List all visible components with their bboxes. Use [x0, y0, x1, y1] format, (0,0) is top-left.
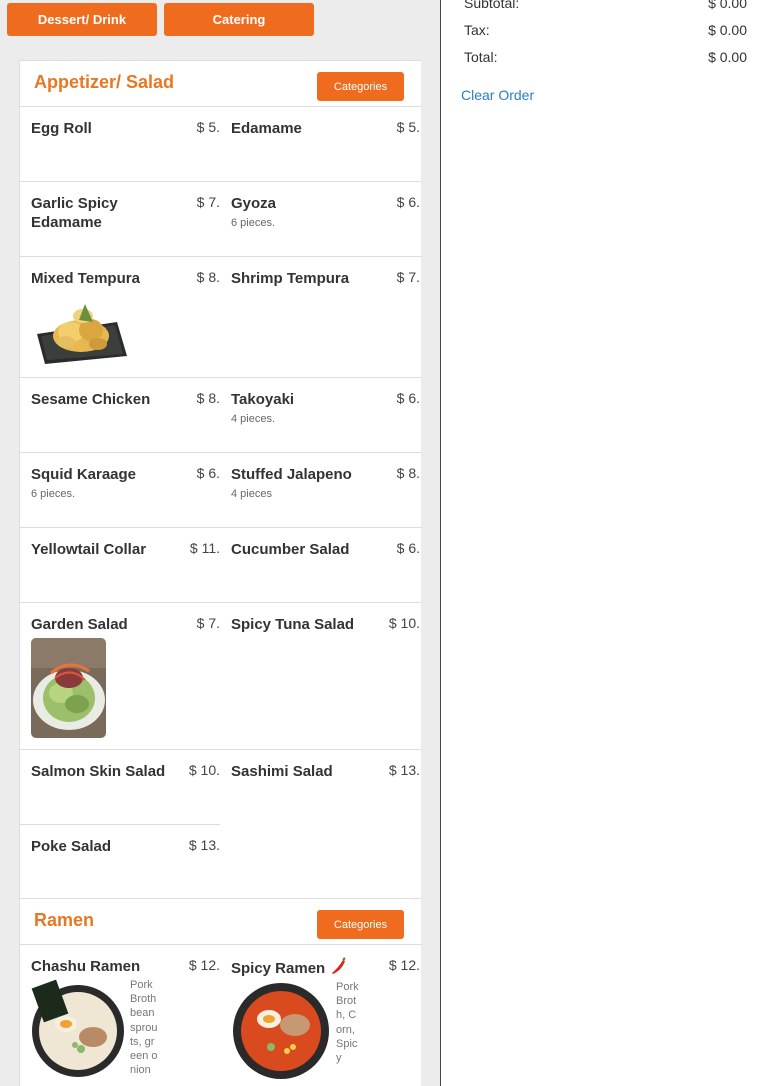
item-price: $ 5.: [396, 119, 420, 135]
total-label: Total:: [464, 49, 498, 65]
item-price: $ 11.: [189, 540, 220, 556]
categories-button[interactable]: Categories: [317, 910, 404, 939]
item-price: $ 8.: [396, 465, 420, 481]
item-name: Spicy Ramen: [231, 957, 381, 980]
menu-item[interactable]: Stuffed Jalapeno $ 8. 4 pieces: [220, 453, 420, 527]
item-name: Takoyaki: [231, 391, 295, 408]
section-title: Ramen: [34, 910, 95, 930]
menu-item[interactable]: Mixed Tempura $ 8.: [20, 257, 220, 377]
ramen-section: Ramen Categories Chashu Ramen $ 12. Pork…: [19, 898, 421, 1086]
order-summary: Subtotal: $ 0.00 Tax: $ 0.00 Total: $ 0.…: [441, 0, 770, 1086]
dessert-drink-button[interactable]: Dessert/ Drink: [7, 3, 157, 36]
item-name: Edamame: [231, 120, 302, 137]
spicy-ramen-photo: [231, 981, 331, 1081]
catering-button[interactable]: Catering: [164, 3, 314, 36]
menu-column: Dessert/ Drink Catering Appetizer/ Salad…: [0, 0, 440, 1086]
item-name: Chashu Ramen: [31, 958, 141, 975]
section-title: Appetizer/ Salad: [34, 72, 175, 92]
item-price: $ 6.: [396, 194, 420, 210]
item-name-text: Spicy Ramen: [231, 960, 326, 977]
item-price: $ 12.: [188, 957, 220, 973]
item-description: 4 pieces: [231, 488, 272, 500]
chashu-ramen-photo: [31, 979, 126, 1079]
item-price: $ 8.: [196, 390, 220, 406]
item-price: $ 6.: [396, 540, 420, 556]
menu-item[interactable]: Spicy Ramen $ 12. Pork Broth, Corn, Spic…: [220, 945, 420, 1086]
item-price: $ 7.: [396, 269, 420, 285]
item-price: $ 7.: [196, 194, 220, 210]
categories-button[interactable]: Categories: [317, 72, 404, 101]
section-header: Ramen Categories: [20, 899, 421, 945]
tax-label: Tax:: [464, 22, 490, 38]
tax-value: $ 0.00: [708, 22, 747, 38]
item-description: Pork Broth, Corn, Spicy: [336, 981, 359, 1065]
menu-item[interactable]: Sashimi Salad $ 13.: [220, 750, 420, 824]
item-name: Yellowtail Collar: [31, 541, 147, 558]
chili-pepper-icon: [329, 957, 347, 980]
menu-item[interactable]: Garden Salad $ 7.: [20, 603, 220, 749]
menu-item[interactable]: Poke Salad $ 13.: [20, 825, 220, 899]
menu-item[interactable]: Egg Roll $ 5.: [20, 107, 220, 181]
section-header: Appetizer/ Salad Categories: [20, 61, 421, 107]
item-description: 4 pieces.: [231, 413, 276, 425]
item-description: 6 pieces.: [31, 488, 76, 500]
menu-item[interactable]: Sesame Chicken $ 8.: [20, 378, 220, 452]
menu-item[interactable]: Chashu Ramen $ 12. Pork Broth bean sprou…: [20, 945, 220, 1086]
item-price: $ 8.: [196, 269, 220, 285]
menu-item[interactable]: Salmon Skin Salad $ 10.: [20, 750, 220, 824]
item-name: Spicy Tuna Salad: [231, 616, 355, 633]
menu-item[interactable]: Cucumber Salad $ 6.: [220, 528, 420, 602]
tempura-photo: [31, 292, 131, 368]
menu-item[interactable]: Spicy Tuna Salad $ 10.: [220, 603, 420, 749]
clear-order-link[interactable]: Clear Order: [461, 87, 534, 103]
subtotal-value: $ 0.00: [708, 0, 747, 11]
item-name: Squid Karaage: [31, 466, 137, 483]
item-price: $ 7.: [196, 615, 220, 631]
item-name: Mixed Tempura: [31, 270, 140, 287]
item-price: $ 10.: [188, 762, 220, 778]
item-price: $ 12.: [388, 957, 420, 973]
item-name: Egg Roll: [31, 120, 92, 137]
appetizer-section: Appetizer/ Salad Categories Egg Roll $ 5…: [19, 60, 421, 900]
item-name: Cucumber Salad: [231, 541, 350, 558]
item-price: $ 5.: [196, 119, 220, 135]
item-price: $ 13.: [388, 762, 420, 778]
menu-item[interactable]: Garlic Spicy Edamame $ 7.: [20, 182, 220, 256]
item-name: Shrimp Tempura: [231, 270, 350, 287]
item-name: Gyoza: [231, 195, 277, 212]
item-name: Garlic Spicy Edamame: [31, 195, 118, 231]
garden-salad-photo: [31, 638, 106, 738]
item-name: Sesame Chicken: [31, 391, 151, 408]
total-value: $ 0.00: [708, 49, 747, 65]
item-description: 6 pieces.: [231, 217, 276, 229]
menu-item[interactable]: Gyoza $ 6. 6 pieces.: [220, 182, 420, 256]
item-price: $ 6.: [396, 390, 420, 406]
item-price: $ 10.: [388, 615, 420, 631]
item-name: Garden Salad: [31, 616, 128, 633]
item-price: $ 6.: [196, 465, 220, 481]
subtotal-label: Subtotal:: [464, 0, 520, 11]
menu-item[interactable]: Shrimp Tempura $ 7.: [220, 257, 420, 377]
menu-item[interactable]: Yellowtail Collar $ 11.: [20, 528, 220, 602]
menu-item[interactable]: Edamame $ 5.: [220, 107, 420, 181]
item-name: Salmon Skin Salad: [31, 763, 166, 780]
item-name: Sashimi Salad: [231, 763, 333, 780]
item-name: Stuffed Jalapeno: [231, 466, 352, 483]
menu-item[interactable]: Squid Karaage $ 6. 6 pieces.: [20, 453, 220, 527]
item-name: Poke Salad: [31, 838, 112, 855]
menu-item[interactable]: Takoyaki $ 6. 4 pieces.: [220, 378, 420, 452]
item-description: Pork Broth bean sprouts, green onion: [130, 979, 158, 1077]
item-price: $ 13.: [188, 837, 220, 853]
